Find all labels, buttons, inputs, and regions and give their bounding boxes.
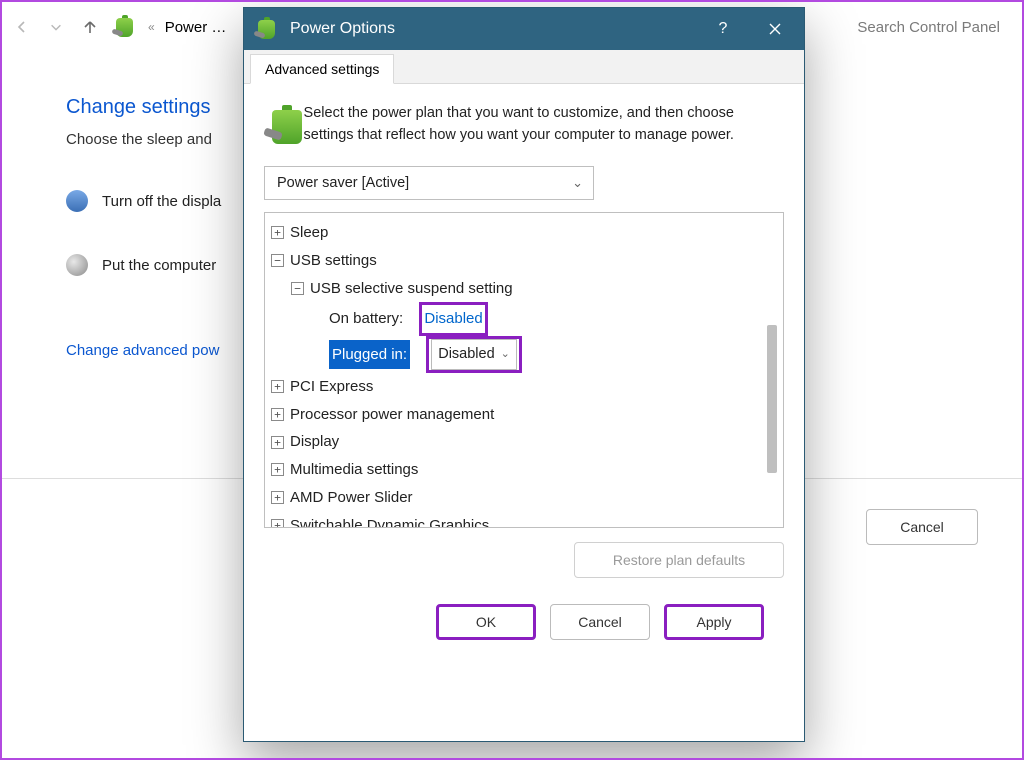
- dialog-description: Select the power plan that you want to c…: [304, 102, 784, 148]
- expand-icon[interactable]: +: [271, 380, 284, 393]
- on-battery-value[interactable]: Disabled: [424, 305, 482, 333]
- tree-usb-settings[interactable]: USB settings: [290, 247, 377, 275]
- power-icon: [112, 14, 138, 40]
- collapse-icon[interactable]: −: [291, 282, 304, 295]
- tree-sleep[interactable]: Sleep: [290, 219, 328, 247]
- back-button[interactable]: [10, 15, 34, 39]
- tree-amd-power-slider[interactable]: AMD Power Slider: [290, 484, 413, 512]
- scrollbar-thumb[interactable]: [767, 325, 777, 473]
- expand-icon[interactable]: +: [271, 408, 284, 421]
- power-options-dialog: Power Options ? Advanced settings Select…: [243, 7, 805, 742]
- dropdown-history-button[interactable]: [44, 15, 68, 39]
- apply-button[interactable]: Apply: [664, 604, 764, 640]
- chevron-down-icon: ⌄: [501, 344, 510, 364]
- expand-icon[interactable]: +: [271, 519, 284, 528]
- plugged-in-select[interactable]: Disabled ⌄: [431, 339, 517, 370]
- breadcrumb[interactable]: « Power …: [112, 14, 226, 40]
- moon-icon: [66, 254, 88, 276]
- sleep-label: Put the computer: [102, 257, 216, 274]
- expand-icon[interactable]: +: [271, 491, 284, 504]
- plugged-in-value: Disabled: [438, 341, 494, 368]
- power-plan-select[interactable]: Power saver [Active] ⌄: [264, 166, 594, 200]
- expand-icon[interactable]: +: [271, 226, 284, 239]
- help-button[interactable]: ?: [702, 8, 744, 50]
- restore-defaults-button[interactable]: Restore plan defaults: [574, 542, 784, 578]
- close-button[interactable]: [754, 8, 796, 50]
- display-icon: [66, 190, 88, 212]
- breadcrumb-sep: «: [148, 20, 155, 34]
- collapse-icon[interactable]: −: [271, 254, 284, 267]
- chevron-down-icon: ⌄: [572, 175, 583, 191]
- on-battery-label: On battery:: [329, 305, 403, 333]
- tree-processor-power[interactable]: Processor power management: [290, 401, 494, 429]
- settings-tree[interactable]: +Sleep −USB settings −USB selective susp…: [264, 212, 784, 528]
- cancel-button[interactable]: Cancel: [550, 604, 650, 640]
- plugged-in-label: Plugged in:: [329, 340, 410, 370]
- search-input[interactable]: Search Control Panel: [857, 19, 1014, 36]
- tree-pci-express[interactable]: PCI Express: [290, 373, 373, 401]
- highlight-box: Disabled: [419, 302, 487, 336]
- expand-icon[interactable]: +: [271, 436, 284, 449]
- tree-switchable-graphics[interactable]: Switchable Dynamic Graphics: [290, 512, 489, 528]
- power-icon: [254, 16, 280, 42]
- tree-usb-selective-suspend[interactable]: USB selective suspend setting: [310, 275, 513, 303]
- page-cancel-button[interactable]: Cancel: [866, 509, 978, 545]
- turn-off-display-label: Turn off the displa: [102, 193, 221, 210]
- tree-multimedia[interactable]: Multimedia settings: [290, 456, 418, 484]
- ok-button[interactable]: OK: [436, 604, 536, 640]
- tab-advanced-settings[interactable]: Advanced settings: [250, 54, 394, 84]
- highlight-box: Disabled ⌄: [426, 336, 522, 373]
- breadcrumb-item[interactable]: Power …: [165, 19, 227, 36]
- dialog-title: Power Options: [290, 20, 692, 38]
- up-button[interactable]: [78, 15, 102, 39]
- expand-icon[interactable]: +: [271, 463, 284, 476]
- plugged-in-row[interactable]: Plugged in: Disabled ⌄: [271, 336, 777, 373]
- titlebar: Power Options ?: [244, 8, 804, 50]
- power-icon: [264, 102, 290, 148]
- power-plan-value: Power saver [Active]: [277, 175, 409, 191]
- tabstrip: Advanced settings: [244, 50, 804, 84]
- tree-display[interactable]: Display: [290, 428, 339, 456]
- on-battery-row[interactable]: On battery: Disabled: [271, 302, 777, 336]
- control-panel-window: « Power … Search Control Panel Change se…: [0, 0, 1024, 760]
- change-advanced-link[interactable]: Change advanced pow: [66, 342, 219, 359]
